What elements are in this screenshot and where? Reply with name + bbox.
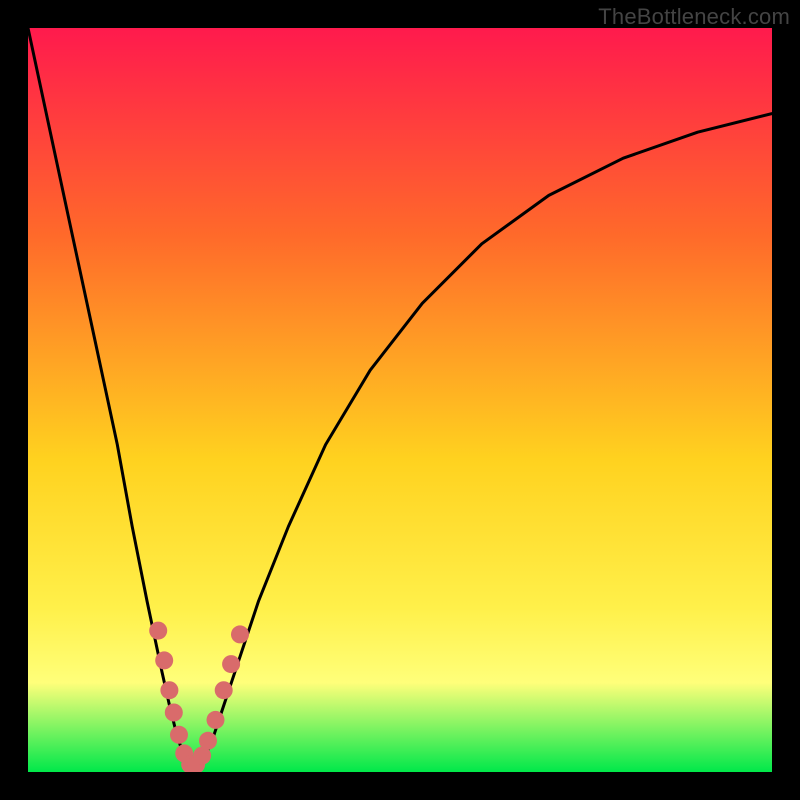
highlight-point xyxy=(222,655,240,673)
watermark-text: TheBottleneck.com xyxy=(598,4,790,30)
chart-svg xyxy=(28,28,772,772)
highlight-point xyxy=(155,651,173,669)
highlight-point xyxy=(199,732,217,750)
highlight-point xyxy=(170,726,188,744)
gradient-background xyxy=(28,28,772,772)
chart-frame: TheBottleneck.com xyxy=(0,0,800,800)
plot-area xyxy=(28,28,772,772)
highlight-point xyxy=(165,704,183,722)
highlight-point xyxy=(215,681,233,699)
highlight-point xyxy=(160,681,178,699)
highlight-point xyxy=(207,711,225,729)
highlight-point xyxy=(149,622,167,640)
highlight-point xyxy=(231,625,249,643)
